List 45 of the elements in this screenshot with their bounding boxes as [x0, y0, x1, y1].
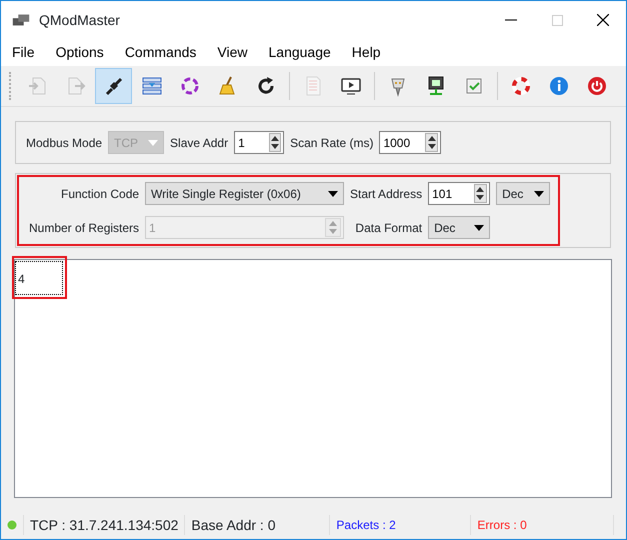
menu-item[interactable]: Language	[262, 40, 338, 65]
connection-status: TCP : 31.7.241.134:502	[30, 516, 178, 534]
field-label: Number of Registers	[29, 220, 140, 236]
caret-icon	[328, 190, 338, 196]
error-count: Errors : 0	[477, 517, 527, 534]
menu-item[interactable]: Options	[48, 40, 111, 65]
base-address: Base Addr : 0	[191, 516, 276, 534]
field-label: Function Code	[60, 186, 140, 202]
menu-item[interactable]: Commands	[118, 40, 204, 65]
window-title: QModMaster	[39, 10, 120, 30]
menu-item[interactable]: Help	[344, 40, 388, 65]
spin-buttons[interactable]	[474, 184, 488, 203]
spin-buttons[interactable]	[268, 133, 282, 152]
field-label: Modbus Mode	[26, 134, 102, 152]
number-field[interactable]: 101	[429, 183, 474, 204]
cycle-icon	[178, 75, 200, 97]
close-icon	[597, 14, 609, 26]
spin-buttons[interactable]	[425, 133, 438, 152]
number-field[interactable]: 1000	[380, 132, 426, 153]
minimize-icon	[505, 19, 517, 21]
table-icon	[140, 75, 162, 97]
spin-box[interactable]: 101	[428, 182, 490, 205]
field-label: Scan Rate (ms)	[290, 134, 374, 152]
packet-count: Packets : 2	[336, 517, 396, 534]
maximize-icon	[552, 14, 562, 26]
spin-box[interactable]: 1000	[379, 131, 442, 154]
lifebuoy-icon	[510, 75, 532, 97]
dropdown[interactable]: Dec	[428, 216, 490, 239]
menu-item[interactable]: View	[210, 40, 254, 65]
menu-item[interactable]: File	[5, 40, 42, 65]
table-cell[interactable]: 4	[15, 261, 63, 295]
dropdown[interactable]: Write Single Register (0x06)	[145, 182, 344, 205]
number-field[interactable]: 1	[235, 132, 269, 153]
toolbar-button[interactable]	[95, 68, 132, 104]
dropdown[interactable]: Dec	[496, 182, 550, 205]
import-icon	[26, 75, 48, 97]
spin-box[interactable]: 1	[234, 131, 284, 154]
power-icon	[586, 75, 608, 97]
info-icon	[548, 75, 570, 97]
caret-icon	[534, 190, 544, 196]
field-label: Data Format	[354, 220, 422, 236]
field-label: Start Address	[350, 186, 422, 202]
caret-icon	[148, 140, 158, 146]
caret-icon	[474, 224, 484, 230]
field-label: Slave Addr	[170, 134, 228, 152]
